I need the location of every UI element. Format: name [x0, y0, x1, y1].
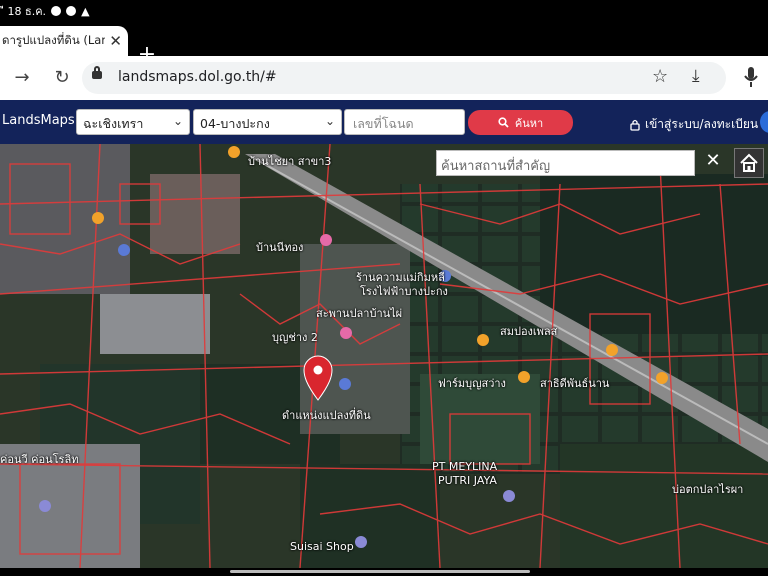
poi-marker	[340, 327, 352, 339]
status-date: ี 18 ธ.ค.	[4, 5, 47, 18]
district-value: 04-บางปะกง	[200, 116, 270, 131]
address-bar: → ↻ landsmaps.dol.go.th/# ☆ ⤓	[0, 56, 768, 100]
reload-icon[interactable]: ↻	[50, 66, 74, 90]
deed-number-input[interactable]: เลขที่โฉนด	[344, 109, 465, 135]
satellite-map[interactable]	[0, 144, 768, 568]
poi-marker	[320, 234, 332, 246]
home-indicator[interactable]	[230, 570, 530, 573]
map-label: PT MEYLINA	[432, 460, 498, 473]
close-icon[interactable]: ✕	[703, 150, 723, 172]
poi-marker	[477, 334, 489, 346]
login-label: เข้าสู่ระบบ/ลงทะเบียน	[645, 117, 759, 131]
app-navbar: LandsMaps ฉะเชิงเทรา ⌄ 04-บางปะกง ⌄ เลขท…	[0, 100, 768, 144]
download-icon[interactable]: ⤓	[692, 66, 700, 86]
lock-icon	[92, 66, 102, 79]
browser-tab[interactable]: ดารูปแปลงที่ดิน (Lan ✕	[0, 26, 128, 56]
chevron-down-icon: ⌄	[172, 114, 183, 128]
warning-icon: ▲	[81, 4, 90, 18]
map-label: ดำแหน่งแปลงที่ดิน	[282, 409, 371, 422]
messenger-icon	[51, 6, 62, 16]
map-label: บ้านไชยา สาขา3	[248, 155, 332, 168]
back-arrow-icon[interactable]: →	[10, 66, 34, 90]
poi-marker	[656, 372, 668, 384]
map-label: โรงไฟฟ้าบางปะกง	[360, 285, 448, 298]
home-icon	[740, 153, 758, 172]
deed-placeholder: เลขที่โฉนด	[353, 116, 414, 131]
poi-marker	[518, 371, 530, 383]
province-value: ฉะเชิงเทรา	[83, 116, 144, 131]
map-label: Suisai Shop	[290, 540, 354, 553]
poi-marker	[92, 212, 104, 224]
map-label: บุญช่าง 2	[272, 331, 318, 344]
search-button[interactable]: ค้นหา	[468, 110, 573, 135]
profile-icon[interactable]	[760, 111, 768, 133]
map-label: สมปองเพลส	[500, 325, 558, 338]
home-button[interactable]	[734, 148, 764, 178]
lock-icon	[630, 119, 640, 131]
poi-search-input[interactable]: ค้นหาสถานที่สำคัญ	[436, 150, 695, 176]
star-icon[interactable]: ☆	[652, 66, 668, 87]
map-label: ฟาร์มบุญสว่าง	[438, 377, 506, 390]
tab-bar: ดารูปแปลงที่ดิน (Lan ✕ +	[0, 22, 768, 66]
poi-search-placeholder: ค้นหาสถานที่สำคัญ	[441, 159, 551, 174]
map-label: สะพานปลาบ้านไผ่	[316, 307, 403, 320]
poi-marker	[606, 344, 618, 356]
url-field[interactable]: landsmaps.dol.go.th/# ☆ ⤓	[82, 62, 726, 94]
poi-marker	[39, 500, 51, 512]
district-select[interactable]: 04-บางปะกง ⌄	[193, 109, 342, 135]
poi-marker	[503, 490, 515, 502]
poi-marker	[339, 378, 351, 390]
status-bar: ี 18 ธ.ค. ▲	[0, 0, 768, 22]
search-icon	[498, 117, 509, 128]
chevron-down-icon: ⌄	[324, 114, 335, 128]
login-link[interactable]: เข้าสู่ระบบ/ลงทะเบียน	[630, 115, 758, 134]
youtube-icon	[66, 6, 77, 16]
map-label: ค่อนวี ค่อนโรลิท	[0, 453, 79, 466]
map-label: สาธิดีพันธ์นาน	[540, 377, 610, 390]
tab-close-icon[interactable]: ✕	[109, 32, 122, 50]
mic-icon[interactable]	[744, 66, 758, 88]
map-label: บ่อตกปลาไรผา	[672, 483, 744, 496]
tab-title: ดารูปแปลงที่ดิน (Lan	[2, 33, 106, 47]
search-label: ค้นหา	[514, 116, 544, 130]
map-label: PUTRI JAYA	[438, 474, 497, 487]
poi-marker	[355, 536, 367, 548]
poi-marker	[118, 244, 130, 256]
province-select[interactable]: ฉะเชิงเทรา ⌄	[76, 109, 190, 135]
poi-marker	[228, 146, 240, 158]
brand-logo[interactable]: LandsMaps	[2, 113, 75, 128]
map-label: บ้านนีทอง	[256, 241, 304, 254]
url-text: landsmaps.dol.go.th/#	[118, 69, 277, 85]
map-view[interactable]: บ้านไชยา สาขา3 บ้านนีทอง ร้านความแม่กิมห…	[0, 144, 768, 568]
